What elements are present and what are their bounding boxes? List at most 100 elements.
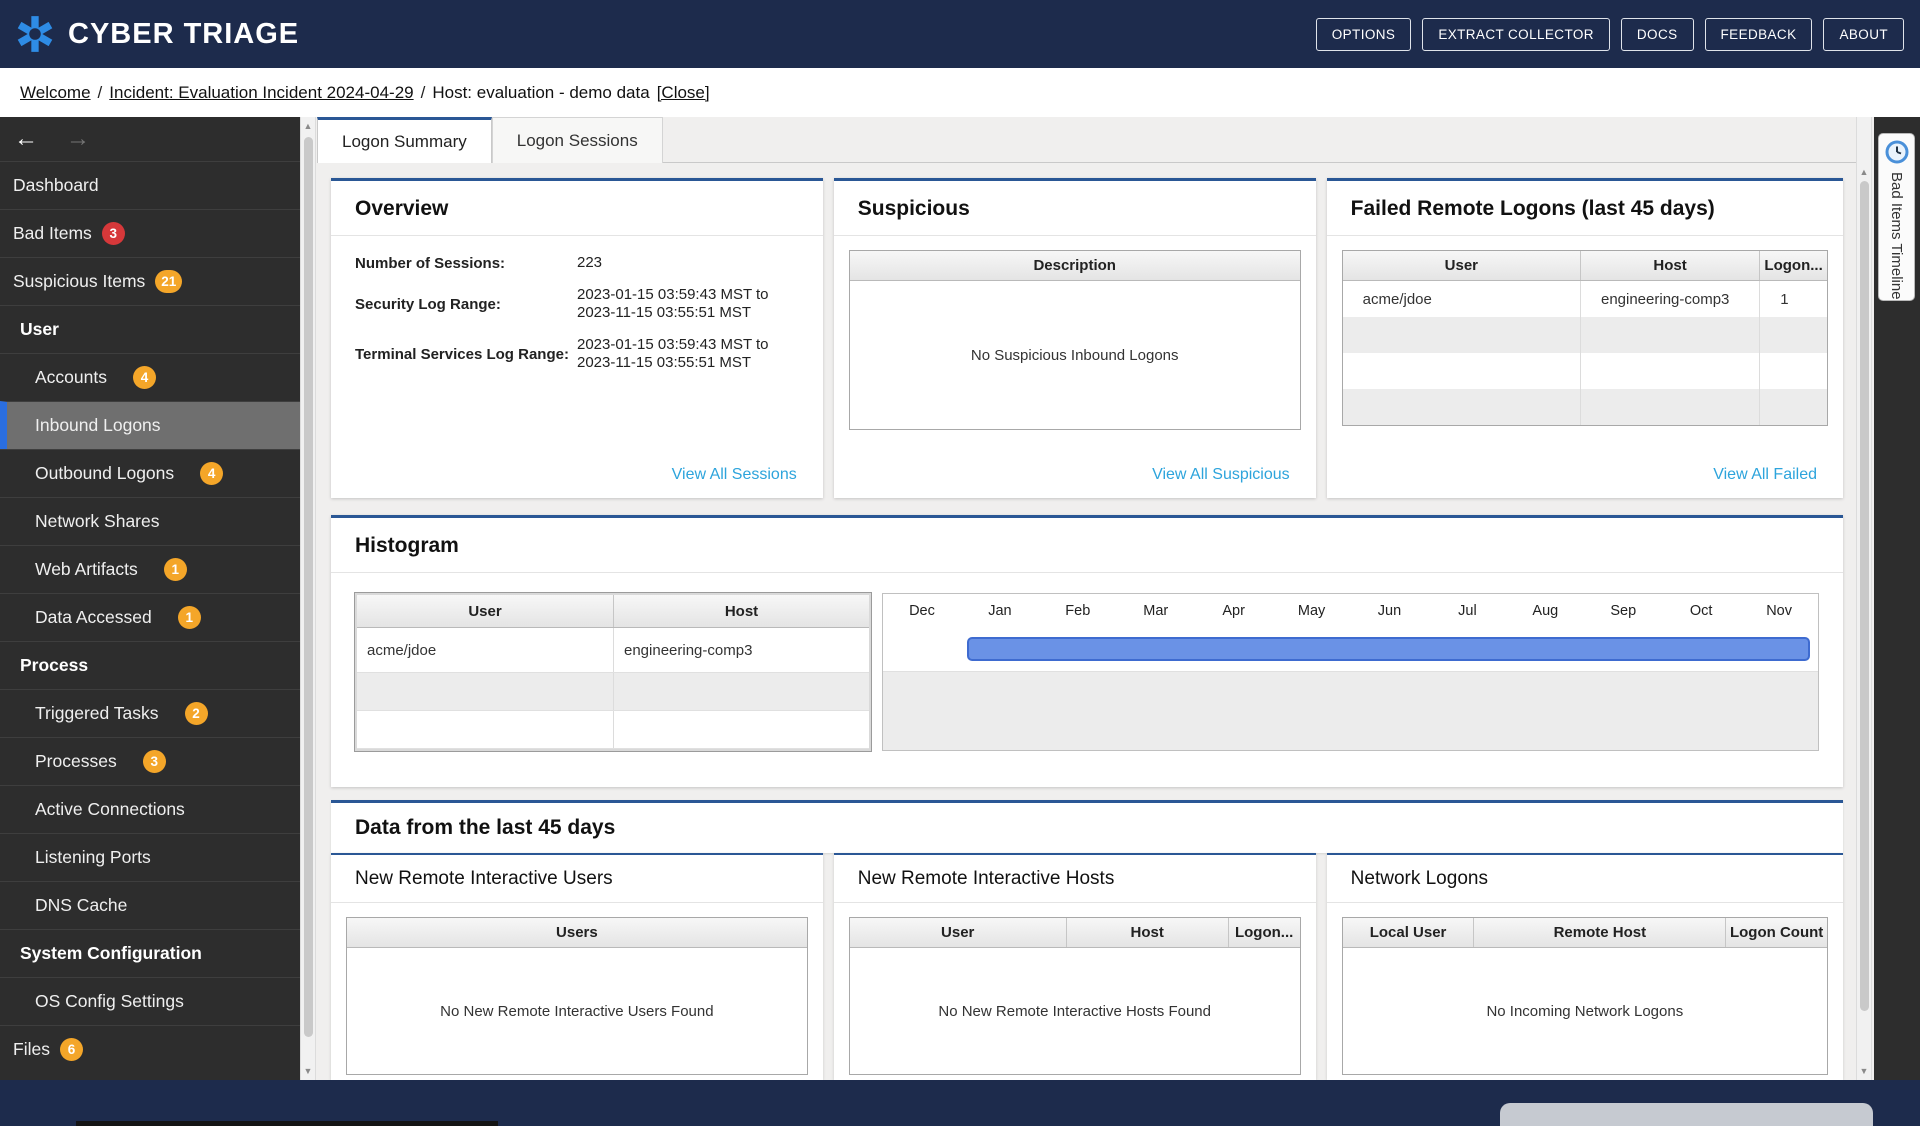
session-histogram-bar[interactable] (967, 637, 1810, 661)
header-button-docs[interactable]: DOCS (1620, 17, 1694, 51)
table-row[interactable] (1342, 317, 1827, 353)
histogram-table: User Host acme/jdoe engineering-comp3 (355, 593, 871, 751)
cyber-triage-logo-icon (17, 16, 53, 52)
sidebar-item-listening-ports[interactable]: Listening Ports (0, 833, 300, 881)
table-row[interactable] (1343, 353, 1827, 389)
sidebar-item-web-artifacts[interactable]: Web Artifacts 1 (0, 545, 300, 593)
header-button-feedback[interactable]: FEEDBACK (1704, 17, 1813, 51)
table-header: User Host Logon... (1342, 251, 1827, 281)
column-header-users[interactable]: Users (347, 918, 807, 947)
column-header-local-user[interactable]: Local User (1343, 918, 1474, 947)
right-dock-strip: Bad Items Timeline (1874, 117, 1920, 1080)
sidebar-item-user[interactable]: User (0, 305, 300, 353)
content-scrollbar[interactable]: ▲ ▼ (1856, 117, 1872, 1080)
column-header-remote-host[interactable]: Remote Host (1473, 918, 1725, 947)
clock-icon (1885, 140, 1908, 164)
view-all-failed-link[interactable]: View All Failed (1713, 466, 1817, 484)
table-cell (1759, 317, 1827, 353)
sidebar-item-active-connections[interactable]: Active Connections (0, 785, 300, 833)
column-header-description[interactable]: Description (850, 251, 1300, 280)
scroll-up-arrow-icon[interactable]: ▲ (301, 118, 315, 134)
suspicious-empty-message: No Suspicious Inbound Logons (970, 346, 1179, 364)
sidebar-item-network-shares[interactable]: Network Shares (0, 497, 300, 545)
scrollbar-thumb[interactable] (304, 137, 313, 1037)
logon-summary-content: Overview Number of Sessions: 223 Security … (317, 163, 1856, 1080)
column-header-host[interactable]: Host (613, 595, 869, 627)
tab-logon-sessions[interactable]: Logon Sessions (491, 117, 663, 163)
table-row[interactable]: acme/jdoe engineering-comp3 1 (1343, 281, 1827, 317)
tab-logon-summary[interactable]: Logon Summary (317, 117, 492, 163)
scroll-up-arrow-icon[interactable]: ▲ (1857, 164, 1871, 180)
column-header-host[interactable]: Host (1579, 251, 1759, 280)
breadcrumb-welcome-link[interactable]: Welcome (20, 83, 91, 103)
month-label-dec: Dec (909, 602, 935, 619)
breadcrumb-incident-link[interactable]: Incident: Evaluation Incident 2024-04-29 (109, 83, 413, 103)
sidebar-item-dashboard[interactable]: Dashboard (0, 161, 300, 209)
header-button-options[interactable]: OPTIONS (1315, 17, 1412, 51)
sub-panel-title: Network Logons (1326, 855, 1843, 903)
column-header-logon[interactable]: Logon... (1227, 918, 1300, 947)
sidebar-item-label: Bad Items (13, 223, 92, 243)
sidebar-item-os-config-settings[interactable]: OS Config Settings (0, 977, 300, 1025)
panel-title: Histogram (331, 518, 1843, 573)
header-button-extract-collector[interactable]: EXTRACT COLLECTOR (1422, 17, 1610, 51)
sidebar-item-label: Triggered Tasks (35, 703, 159, 723)
count-badge: 21 (155, 270, 183, 293)
forward-arrow-icon[interactable]: → (66, 127, 90, 151)
new-users-table: Users No New Remote Interactive Users Fo… (346, 917, 808, 1075)
sidebar-item-processes[interactable]: Processes 3 (0, 737, 300, 785)
sidebar-item-outbound-logons[interactable]: Outbound Logons 4 (0, 449, 300, 497)
sidebar-item-files[interactable]: Files 6 (0, 1025, 300, 1073)
column-header-logon-count[interactable]: Logon Count (1725, 918, 1827, 947)
sidebar-item-system-configuration[interactable]: System Configuration (0, 929, 300, 977)
breadcrumb-close-link[interactable]: [Close] (657, 83, 710, 103)
sidebar-item-label: Dashboard (13, 175, 99, 195)
header-button-about[interactable]: ABOUT (1823, 17, 1904, 51)
sidebar-item-process[interactable]: Process (0, 641, 300, 689)
back-arrow-icon[interactable]: ← (14, 127, 38, 151)
month-label-jul: Jul (1458, 602, 1477, 619)
sidebar-item-dns-cache[interactable]: DNS Cache (0, 881, 300, 929)
table-row[interactable] (357, 711, 869, 749)
table-cell (1343, 353, 1580, 389)
empty-message: No New Remote Interactive Users Found (440, 1002, 714, 1020)
sidebar-item-data-accessed[interactable]: Data Accessed 1 (0, 593, 300, 641)
column-header-logon[interactable]: Logon... (1759, 251, 1827, 280)
table-cell (1579, 389, 1759, 425)
view-all-sessions-link[interactable]: View All Sessions (672, 466, 797, 484)
last-45-days-panels: New Remote Interactive Users Users No Ne… (331, 853, 1843, 1080)
timeline-month-labels: Dec Jan Feb Mar Apr May Jun Jul Aug Sep Oct Nov (883, 594, 1818, 627)
sidebar-item-suspicious-items[interactable]: Suspicious Items 21 (0, 257, 300, 305)
sidebar-item-bad-items[interactable]: Bad Items 3 (0, 209, 300, 257)
sidebar-item-accounts[interactable]: Accounts 4 (0, 353, 300, 401)
month-label-nov: Nov (1766, 602, 1792, 619)
column-header-user[interactable]: User (357, 595, 613, 627)
failed-remote-logons-panel: Failed Remote Logons (last 45 days) User… (1326, 178, 1843, 498)
bad-items-timeline-tab[interactable]: Bad Items Timeline (1878, 133, 1915, 301)
sidebar-item-inbound-logons[interactable]: Inbound Logons (0, 401, 300, 449)
horizontal-scrollbar-thumb[interactable] (1500, 1103, 1873, 1126)
view-all-suspicious-link[interactable]: View All Suspicious (1152, 466, 1290, 484)
main-area: Logon Summary Logon Sessions Overview Num… (317, 117, 1856, 1080)
scrollbar-thumb[interactable] (1860, 181, 1869, 1011)
month-label-oct: Oct (1689, 602, 1713, 619)
table-cell (1343, 389, 1580, 425)
sidebar-item-label: Suspicious Items (13, 271, 146, 291)
column-header-user[interactable]: User (850, 918, 1066, 947)
failed-table-body: acme/jdoe engineering-comp3 1 (1342, 281, 1827, 425)
sidebar-scrollbar[interactable]: ▲ ▼ (300, 117, 316, 1080)
scroll-down-arrow-icon[interactable]: ▼ (1857, 1063, 1871, 1079)
table-row[interactable] (357, 673, 869, 711)
column-header-user[interactable]: User (1343, 251, 1580, 280)
scroll-down-arrow-icon[interactable]: ▼ (301, 1063, 315, 1079)
sidebar-item-label: Data Accessed (35, 607, 152, 627)
sidebar-item-triggered-tasks[interactable]: Triggered Tasks 2 (0, 689, 300, 737)
breadcrumb: Welcome / Incident: Evaluation Incident … (0, 68, 1920, 117)
column-header-host[interactable]: Host (1065, 918, 1228, 947)
breadcrumb-separator: / (97, 82, 103, 102)
table-cell (357, 673, 613, 710)
table-row[interactable]: acme/jdoe engineering-comp3 (357, 628, 869, 673)
table-row[interactable] (1342, 389, 1827, 425)
histogram-panel: Histogram User Host acme/jdoe engineering-… (331, 515, 1843, 787)
overview-field-value: 223 (577, 254, 603, 271)
